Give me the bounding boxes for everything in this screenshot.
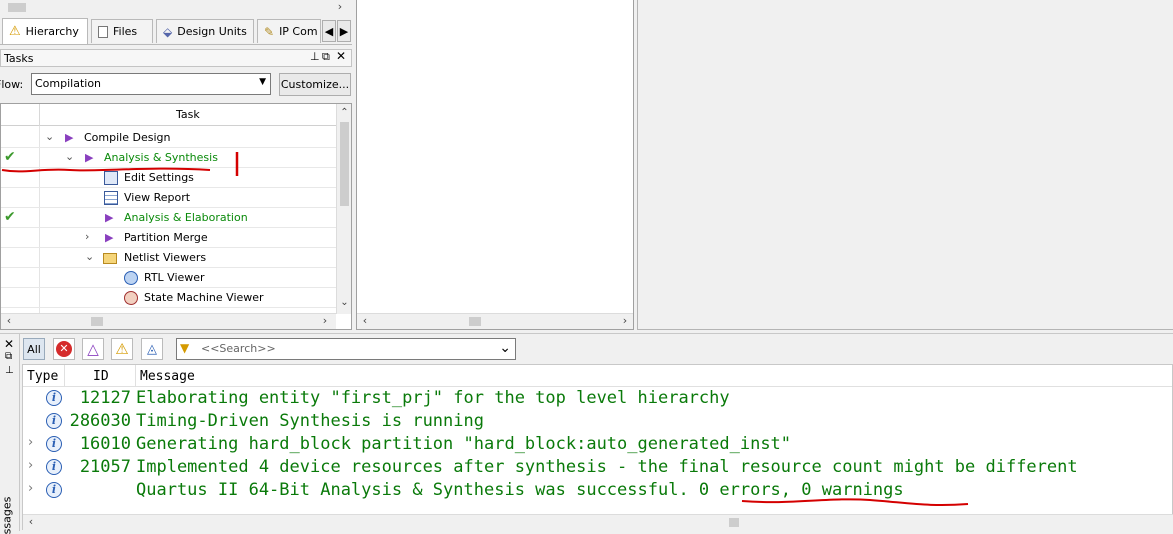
annotation-underline-synthesis [1,167,211,173]
annotation-underline-errors [741,498,969,507]
red-annotation-marks [1,152,969,507]
